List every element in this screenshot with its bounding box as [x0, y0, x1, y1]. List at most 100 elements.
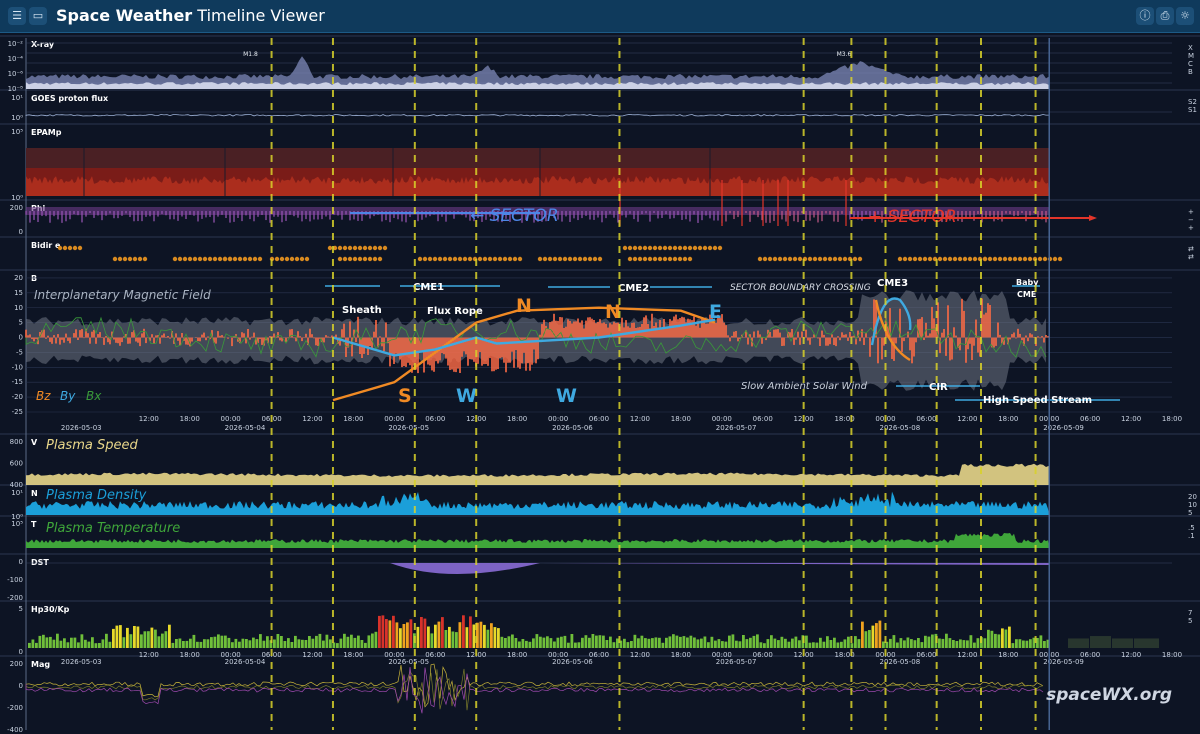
bidir-dot	[127, 256, 133, 262]
bidir-dot	[377, 256, 383, 262]
bidir-dot	[1052, 256, 1058, 262]
bidir-dot	[967, 256, 973, 262]
bidir-dot	[962, 256, 968, 262]
y-tick-label: -200	[7, 594, 23, 602]
kp-bar	[857, 639, 861, 648]
kp-bar	[651, 638, 654, 648]
kp-bar	[833, 637, 836, 648]
bidir-dot	[252, 256, 258, 262]
y-tick-label: 400	[10, 481, 23, 489]
export-icon[interactable]: ⎙	[1156, 7, 1174, 25]
app-title-bold: Space Weather	[56, 6, 193, 25]
bidir-dot	[857, 256, 863, 262]
kp-bar	[1022, 640, 1025, 648]
kp-bar	[616, 638, 619, 648]
kp-bar	[623, 638, 626, 648]
kp-bar	[1018, 639, 1022, 648]
settings-icon[interactable]: ☼	[1176, 7, 1194, 25]
bidir-dot	[822, 256, 828, 262]
kp-bar	[154, 629, 157, 648]
kp-bar	[987, 629, 990, 648]
kp-bar	[196, 641, 199, 648]
y-tick-label: -10	[12, 363, 23, 371]
right-axis-label: 20	[1188, 493, 1197, 501]
kp-bar	[360, 640, 364, 648]
time-tick-label: 18:00	[180, 651, 200, 659]
kp-bar	[416, 626, 420, 648]
kp-bar	[199, 641, 203, 648]
bidir-dot	[577, 256, 583, 262]
right-axis-label: C	[1188, 60, 1193, 68]
bidir-dot	[352, 256, 358, 262]
kp-bar	[714, 640, 717, 648]
panel-title: DST	[31, 558, 49, 567]
kp-bar	[469, 616, 472, 648]
bidir-dot	[1017, 256, 1023, 262]
bidir-dot	[367, 256, 373, 262]
bidir-dot	[982, 256, 988, 262]
b-annotation: CME2	[618, 283, 649, 294]
bidir-dot	[572, 256, 578, 262]
info-icon[interactable]: ⓘ	[1136, 7, 1154, 25]
kp-bar	[686, 637, 689, 648]
kp-bar	[707, 642, 710, 648]
inbox-icon[interactable]: ▭	[29, 7, 47, 25]
bidir-dot	[502, 256, 508, 262]
kp-bar	[84, 639, 87, 648]
kp-bar	[840, 641, 843, 648]
timeline-chart[interactable]: X-ray10⁻²10⁻⁴10⁻⁶10⁻⁸XMCBGOES proton flu…	[0, 32, 1200, 734]
time-tick-label: 00:00	[712, 415, 732, 423]
bidir-dot	[279, 256, 285, 262]
plasma-speed-area	[26, 463, 1050, 485]
kp-bar	[570, 634, 574, 648]
kp-bar	[560, 636, 563, 648]
kp-bar	[941, 638, 945, 648]
kp-bar	[297, 639, 301, 648]
bidir-dot	[294, 256, 300, 262]
bidir-dot	[672, 245, 678, 251]
bidir-dot	[912, 256, 918, 262]
kp-bar	[1015, 639, 1018, 648]
proton-flux-line	[25, 114, 1049, 117]
bidir-dot	[657, 256, 663, 262]
bidir-dot	[274, 256, 280, 262]
bidir-dot	[352, 245, 358, 251]
kp-bar	[437, 621, 441, 648]
y-tick-label: 10	[14, 304, 23, 312]
kp-bar	[1004, 629, 1008, 648]
y-tick-label: 5	[19, 605, 23, 613]
time-tick-label: 12:00	[302, 651, 322, 659]
kp-bar	[602, 635, 605, 648]
bidir-dot	[427, 256, 433, 262]
time-tick-label: 18:00	[998, 651, 1018, 659]
kp-bar	[234, 638, 238, 648]
time-tick-label: 06:00	[916, 415, 936, 423]
kp-bar	[882, 641, 885, 648]
kp-bar	[556, 637, 560, 648]
kp-bar	[500, 636, 504, 648]
kp-bar	[259, 634, 262, 648]
kp-bar	[210, 637, 213, 648]
kp-bar	[742, 635, 745, 648]
bidir-dot	[257, 256, 263, 262]
app-title-rest: Timeline Viewer	[197, 6, 325, 25]
bidir-dot	[299, 256, 305, 262]
kp-bar	[784, 638, 787, 648]
menu-icon[interactable]: ☰	[8, 7, 26, 25]
bidir-dot	[187, 256, 193, 262]
bidir-dot	[77, 245, 83, 251]
panel-title: Hp30/Kp	[31, 605, 70, 614]
kp-bar	[766, 639, 770, 648]
kp-bar	[325, 634, 329, 648]
kp-bar	[521, 639, 525, 648]
kp-bar	[679, 636, 682, 648]
kp-bar	[612, 642, 616, 648]
kp-bar	[854, 636, 857, 648]
kp-bar	[990, 630, 994, 648]
bidir-dot	[787, 256, 793, 262]
y-tick-label: -25	[12, 408, 23, 416]
b-annotation: CME	[1017, 290, 1036, 299]
kp-bar	[266, 636, 269, 648]
kp-bar	[777, 640, 780, 648]
kp-bar	[574, 642, 577, 648]
